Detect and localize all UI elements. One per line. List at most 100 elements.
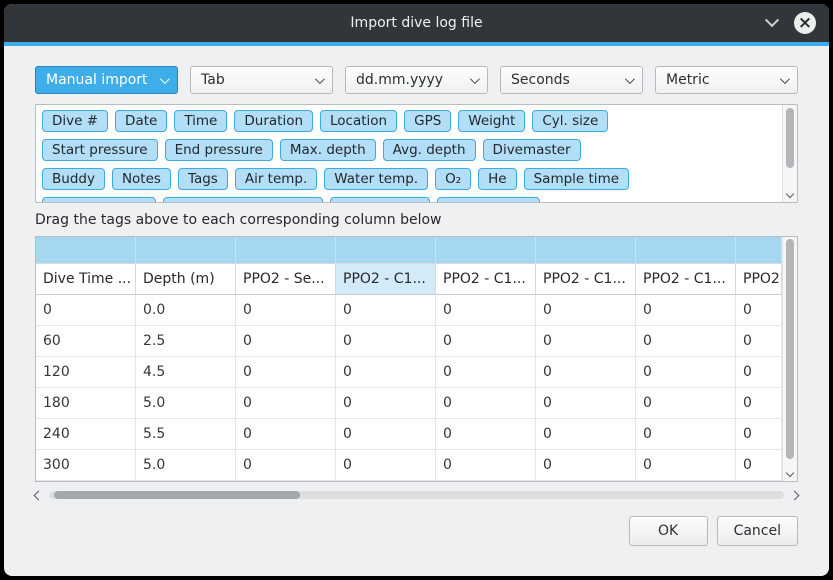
table-cell: 0: [436, 357, 536, 387]
table-cell: 0: [336, 450, 436, 480]
chevron-down-icon: [470, 74, 480, 84]
duration-format-dropdown[interactable]: Seconds: [500, 66, 643, 94]
table-cell: 0: [736, 450, 782, 480]
tag-row: Start pressure End pressure Max. depth Avg.…: [42, 139, 774, 161]
column-drop-target[interactable]: [36, 237, 136, 263]
column-header: PPO2 - Se...: [236, 264, 336, 294]
tag-gps[interactable]: GPS: [404, 110, 451, 132]
column-drop-target[interactable]: [536, 237, 636, 263]
separator-dropdown[interactable]: Tab: [190, 66, 333, 94]
table-row: 1805.0000000: [36, 388, 782, 419]
table-cell: 0: [436, 450, 536, 480]
column-drop-target[interactable]: [636, 237, 736, 263]
chevron-down-icon[interactable]: [765, 13, 779, 27]
table-scrollbar[interactable]: [782, 237, 797, 481]
table-row: 602.5000000: [36, 326, 782, 357]
tag-start-pressure[interactable]: Start pressure: [42, 139, 158, 161]
scroll-down-arrow-icon[interactable]: [786, 469, 794, 477]
table-cell: 0: [636, 450, 736, 480]
scrollbar-thumb[interactable]: [786, 239, 794, 459]
table-cell: 0: [336, 295, 436, 325]
table-cell: 0: [436, 419, 536, 449]
table-cell: 0: [236, 388, 336, 418]
chevron-down-icon: [780, 74, 790, 84]
tag-cyl-size[interactable]: Cyl. size: [532, 110, 608, 132]
column-header: PPO2 - C1...: [636, 264, 736, 294]
import-options-row: Manual import Tab dd.mm.yyyy Seconds Met…: [35, 66, 798, 94]
tag-max-depth[interactable]: Max. depth: [280, 139, 376, 161]
tag-avg-depth[interactable]: Avg. depth: [383, 139, 476, 161]
drag-instruction: Drag the tags above to each correspondin…: [35, 212, 798, 228]
preview-table: Dive Time ...Depth (m)PPO2 - Se...PPO2 -…: [35, 236, 798, 482]
column-drop-target[interactable]: [436, 237, 536, 263]
tag-sample-cns[interactable]: Sample CNS: [437, 197, 540, 203]
table-cell: 0.0: [136, 295, 236, 325]
tag-location[interactable]: Location: [320, 110, 397, 132]
column-header: PPO2 - C1...: [536, 264, 636, 294]
date-format-value: dd.mm.yyyy: [356, 72, 443, 88]
dialog-content: Manual import Tab dd.mm.yyyy Seconds Met…: [4, 46, 829, 546]
tag-pool-scrollbar[interactable]: [782, 105, 797, 202]
table-cell: 0: [436, 295, 536, 325]
close-button[interactable]: ×: [794, 12, 816, 34]
tag-sample-time[interactable]: Sample time: [524, 168, 629, 190]
window-title: Import dive log file: [350, 15, 482, 31]
horizontal-scrollbar[interactable]: [35, 488, 798, 502]
table-cell: 120: [36, 357, 136, 387]
table-cell: 0: [536, 450, 636, 480]
ok-button[interactable]: OK: [629, 516, 708, 546]
date-format-dropdown[interactable]: dd.mm.yyyy: [345, 66, 488, 94]
tag-dive[interactable]: Dive #: [42, 110, 108, 132]
scroll-right-arrow-icon[interactable]: [790, 490, 800, 500]
scroll-left-arrow-icon[interactable]: [34, 490, 44, 500]
tag-end-pressure[interactable]: End pressure: [165, 139, 273, 161]
table-cell: 0: [36, 295, 136, 325]
tag-o[interactable]: O₂: [435, 168, 471, 190]
tag-row: Dive # Date Time Duration Location GPS Weight C…: [42, 110, 774, 132]
tag-tags[interactable]: Tags: [178, 168, 228, 190]
tag-date[interactable]: Date: [115, 110, 167, 132]
table-cell: 0: [536, 357, 636, 387]
column-drop-target[interactable]: [736, 237, 782, 263]
titlebar[interactable]: Import dive log file ×: [4, 4, 829, 42]
table-cell: 240: [36, 419, 136, 449]
table-cell: 60: [36, 326, 136, 356]
column-header: PPO2 - C1...: [336, 264, 436, 294]
table-cell: 0: [436, 388, 536, 418]
scroll-down-arrow-icon[interactable]: [786, 190, 794, 198]
table-cell: 0: [536, 295, 636, 325]
table-cell: 0: [636, 295, 736, 325]
cancel-button[interactable]: Cancel: [717, 516, 798, 546]
table-cell: 0: [436, 326, 536, 356]
table-cell: 0: [636, 326, 736, 356]
column-drop-target[interactable]: [336, 237, 436, 263]
table-cell: 0: [736, 388, 782, 418]
table-cell: 300: [36, 450, 136, 480]
tag-water-temp[interactable]: Water temp.: [324, 168, 428, 190]
tag-divemaster[interactable]: Divemaster: [483, 139, 581, 161]
tag-row: Sample depth Sample temperature Sample pO₂…: [42, 197, 774, 203]
tag-notes[interactable]: Notes: [112, 168, 171, 190]
tag-air-temp[interactable]: Air temp.: [235, 168, 317, 190]
tag-buddy[interactable]: Buddy: [42, 168, 105, 190]
tag-sample-po[interactable]: Sample pO₂: [330, 197, 430, 203]
table-cell: 5.5: [136, 419, 236, 449]
scrollbar-thumb[interactable]: [786, 108, 794, 168]
column-drop-target[interactable]: [236, 237, 336, 263]
table-cell: 0: [536, 419, 636, 449]
units-dropdown[interactable]: Metric: [655, 66, 798, 94]
column-header: Dive Time ...: [36, 264, 136, 294]
tag-sample-depth[interactable]: Sample depth: [42, 197, 156, 203]
import-mode-dropdown[interactable]: Manual import: [35, 66, 178, 94]
horizontal-scrollbar-track[interactable]: [49, 491, 784, 499]
column-drop-target[interactable]: [136, 237, 236, 263]
table-cell: 0: [236, 419, 336, 449]
scrollbar-thumb[interactable]: [54, 491, 300, 499]
tag-time[interactable]: Time: [174, 110, 227, 132]
tag-weight[interactable]: Weight: [458, 110, 525, 132]
tag-sample-temperature[interactable]: Sample temperature: [163, 197, 323, 203]
table-cell: 0: [536, 388, 636, 418]
tag-he[interactable]: He: [478, 168, 516, 190]
tag-duration[interactable]: Duration: [234, 110, 313, 132]
dialog-buttons: OK Cancel: [35, 516, 798, 546]
